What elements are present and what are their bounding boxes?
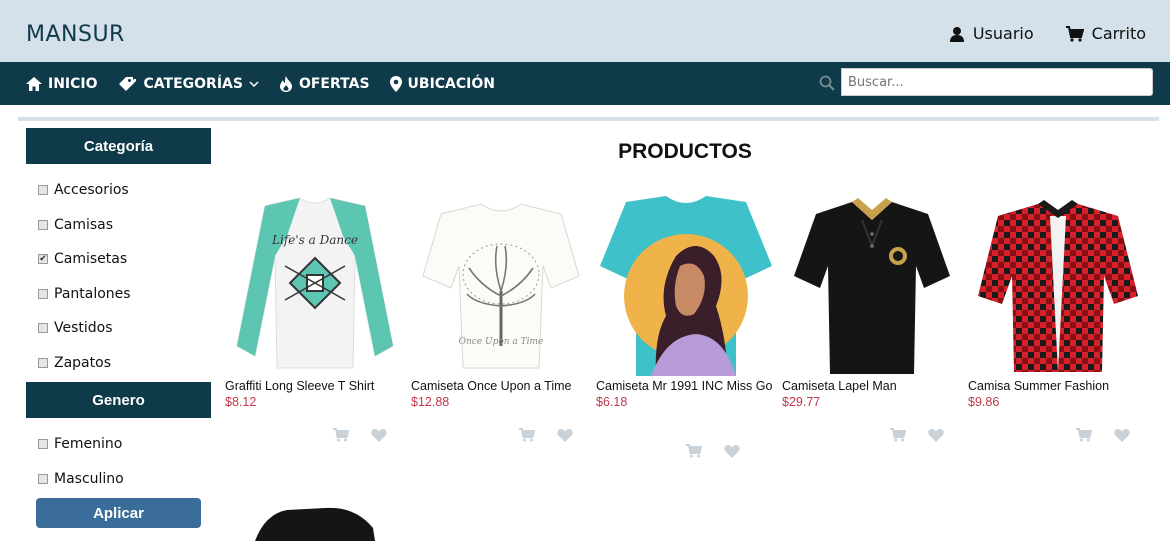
product-price: $29.77 <box>782 395 821 409</box>
cart-label: Carrito <box>1091 24 1146 43</box>
product-image[interactable]: Life's a Dance <box>225 196 405 376</box>
product-card[interactable]: Camisa Summer Fashion $9.86 <box>968 196 1148 442</box>
add-to-cart-icon[interactable] <box>1076 428 1092 442</box>
search-input[interactable] <box>841 68 1153 96</box>
nav-label: OFERTAS <box>298 75 370 92</box>
gender-filter-title: Genero <box>26 382 211 418</box>
apply-button[interactable]: Aplicar <box>36 498 201 528</box>
home-icon <box>26 76 42 91</box>
add-to-cart-icon[interactable] <box>890 428 906 442</box>
search-bar <box>813 67 1155 99</box>
nav-label: INICIO <box>48 75 98 92</box>
product-image-partial <box>255 507 375 541</box>
checkbox[interactable] <box>38 323 48 334</box>
checkbox[interactable] <box>38 288 48 299</box>
favorite-heart-icon[interactable] <box>557 428 573 442</box>
favorite-heart-icon[interactable] <box>1114 428 1130 442</box>
tag-icon <box>118 76 136 91</box>
nav-inicio[interactable]: INICIO <box>26 76 98 92</box>
nav-label: UBICACIÓN <box>407 75 495 92</box>
product-card[interactable]: Life's a Dance Graffiti Long Sleeve T Sh… <box>225 196 405 442</box>
product-card[interactable]: Camiseta Mr 1991 INC Miss Go $6.18 <box>596 196 776 458</box>
filter-label: Zapatos <box>54 354 111 371</box>
filter-vestidos[interactable]: Vestidos <box>38 311 211 346</box>
product-card[interactable]: Once Upon a Time Camiseta Once Upon a Ti… <box>411 196 591 442</box>
product-name[interactable]: Camisa Summer Fashion <box>968 378 1148 394</box>
product-price: $9.86 <box>968 395 1000 409</box>
user-label: Usuario <box>972 24 1034 43</box>
filter-label: Camisetas <box>54 251 128 268</box>
cart-icon <box>1065 25 1084 42</box>
add-to-cart-icon[interactable] <box>519 428 535 442</box>
checkbox[interactable] <box>38 185 48 196</box>
product-price: $8.12 <box>225 395 257 409</box>
map-marker-icon <box>389 75 402 92</box>
filter-label: Camisas <box>54 216 114 233</box>
search-icon <box>819 75 835 91</box>
filter-accesorios[interactable]: Accesorios <box>38 173 211 208</box>
nav-ofertas[interactable]: OFERTAS <box>279 75 370 92</box>
chevron-down-icon <box>249 80 259 87</box>
filter-camisetas[interactable]: ✔ Camisetas <box>38 242 211 277</box>
checkbox-checked[interactable]: ✔ <box>38 254 48 265</box>
favorite-heart-icon[interactable] <box>724 444 740 458</box>
filter-camisas[interactable]: Camisas <box>38 208 211 243</box>
product-image[interactable]: Once Upon a Time <box>411 196 591 376</box>
nav-ubicacion[interactable]: UBICACIÓN <box>389 75 495 92</box>
filter-label: Vestidos <box>54 320 113 337</box>
checkbox[interactable] <box>38 219 48 230</box>
cart-link[interactable]: Carrito <box>1065 24 1146 43</box>
tshirt-image-icon: Life's a Dance <box>236 197 394 369</box>
brand-logo[interactable]: MANSUR <box>26 22 125 47</box>
svg-text:Once Upon a Time: Once Upon a Time <box>459 337 544 347</box>
product-name[interactable]: Camiseta Lapel Man <box>782 378 962 394</box>
filter-sidebar: Categoría Accesorios Camisas ✔ Camisetas … <box>26 128 211 528</box>
add-to-cart-icon[interactable] <box>686 444 702 458</box>
product-card[interactable]: Camiseta Lapel Man $29.77 <box>782 196 962 442</box>
add-to-cart-icon[interactable] <box>333 428 349 442</box>
search-button[interactable] <box>813 67 841 99</box>
page-title: PRODUCTOS <box>618 140 752 163</box>
plaid-shirt-image-icon <box>978 200 1138 372</box>
polo-shirt-image-icon <box>794 198 950 374</box>
product-name[interactable]: Camiseta Once Upon a Time <box>411 378 591 394</box>
top-header: MANSUR Usuario Carrito <box>0 0 1170 62</box>
product-image[interactable] <box>596 196 776 376</box>
nav-label: CATEGORÍAS <box>143 75 243 92</box>
checkbox[interactable] <box>38 439 48 450</box>
category-filter-title: Categoría <box>26 128 211 164</box>
product-price: $6.18 <box>596 395 628 409</box>
account-links: Usuario Carrito <box>949 24 1146 43</box>
filter-zapatos[interactable]: Zapatos <box>38 346 211 381</box>
product-card-partial[interactable] <box>225 500 405 541</box>
filter-label: Femenino <box>54 436 123 453</box>
favorite-heart-icon[interactable] <box>371 428 387 442</box>
content-divider <box>18 117 1159 121</box>
tshirt-image-icon <box>600 196 772 376</box>
user-icon <box>949 26 964 42</box>
user-link[interactable]: Usuario <box>949 24 1034 43</box>
product-name[interactable]: Graffiti Long Sleeve T Shirt <box>225 378 405 394</box>
tshirt-image-icon: Once Upon a Time <box>422 203 580 369</box>
product-name[interactable]: Camiseta Mr 1991 INC Miss Go <box>596 378 776 394</box>
filter-label: Pantalones <box>54 285 131 302</box>
fire-icon <box>279 75 292 92</box>
checkbox[interactable] <box>38 473 48 484</box>
favorite-heart-icon[interactable] <box>928 428 944 442</box>
filter-femenino[interactable]: Femenino <box>38 427 211 462</box>
filter-pantalones[interactable]: Pantalones <box>38 277 211 312</box>
svg-text:Life's a Dance: Life's a Dance <box>271 233 358 247</box>
product-image[interactable] <box>782 196 962 376</box>
checkbox[interactable] <box>38 357 48 368</box>
nav-categorias[interactable]: CATEGORÍAS <box>118 76 259 92</box>
filter-masculino[interactable]: Masculino <box>38 462 211 497</box>
filter-label: Accesorios <box>54 182 129 199</box>
product-image[interactable] <box>968 196 1148 376</box>
filter-label: Masculino <box>54 470 124 487</box>
product-price: $12.88 <box>411 395 450 409</box>
